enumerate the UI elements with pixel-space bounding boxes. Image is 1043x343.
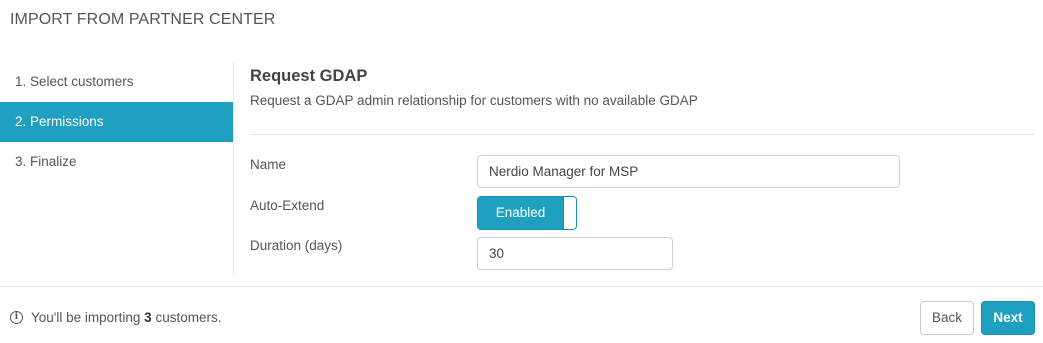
next-button[interactable]: Next bbox=[981, 301, 1035, 335]
permissions-panel: Request GDAP Request a GDAP admin relati… bbox=[250, 62, 1035, 270]
step-permissions[interactable]: 2. Permissions bbox=[0, 102, 233, 142]
import-summary: i You'll be importing 3 customers. bbox=[10, 310, 221, 325]
section-subtitle: Request a GDAP admin relationship for cu… bbox=[250, 93, 698, 108]
summary-suffix: customers. bbox=[155, 310, 222, 325]
name-label: Name bbox=[250, 157, 287, 172]
auto-extend-toggle[interactable]: Enabled bbox=[477, 196, 577, 230]
section-heading: Request GDAP bbox=[250, 67, 368, 85]
section-divider bbox=[250, 134, 1035, 135]
summary-prefix: You'll be importing bbox=[31, 310, 141, 325]
step-finalize[interactable]: 3. Finalize bbox=[0, 142, 233, 182]
footer-divider bbox=[0, 286, 1043, 287]
customer-count: 3 bbox=[144, 310, 152, 325]
toggle-knob bbox=[563, 197, 576, 229]
step-select-customers[interactable]: 1. Select customers bbox=[0, 62, 233, 102]
steps-sidebar: 1. Select customers 2. Permissions 3. Fi… bbox=[0, 62, 234, 275]
toggle-enabled-label: Enabled bbox=[478, 197, 563, 229]
duration-input[interactable]: 30 bbox=[477, 237, 673, 270]
back-button[interactable]: Back bbox=[920, 301, 974, 335]
duration-label: Duration (days) bbox=[250, 238, 343, 253]
dialog-title: IMPORT FROM PARTNER CENTER bbox=[10, 11, 276, 28]
name-input[interactable]: Nerdio Manager for MSP bbox=[477, 155, 900, 188]
info-icon: i bbox=[10, 311, 23, 324]
auto-extend-label: Auto-Extend bbox=[250, 198, 325, 213]
